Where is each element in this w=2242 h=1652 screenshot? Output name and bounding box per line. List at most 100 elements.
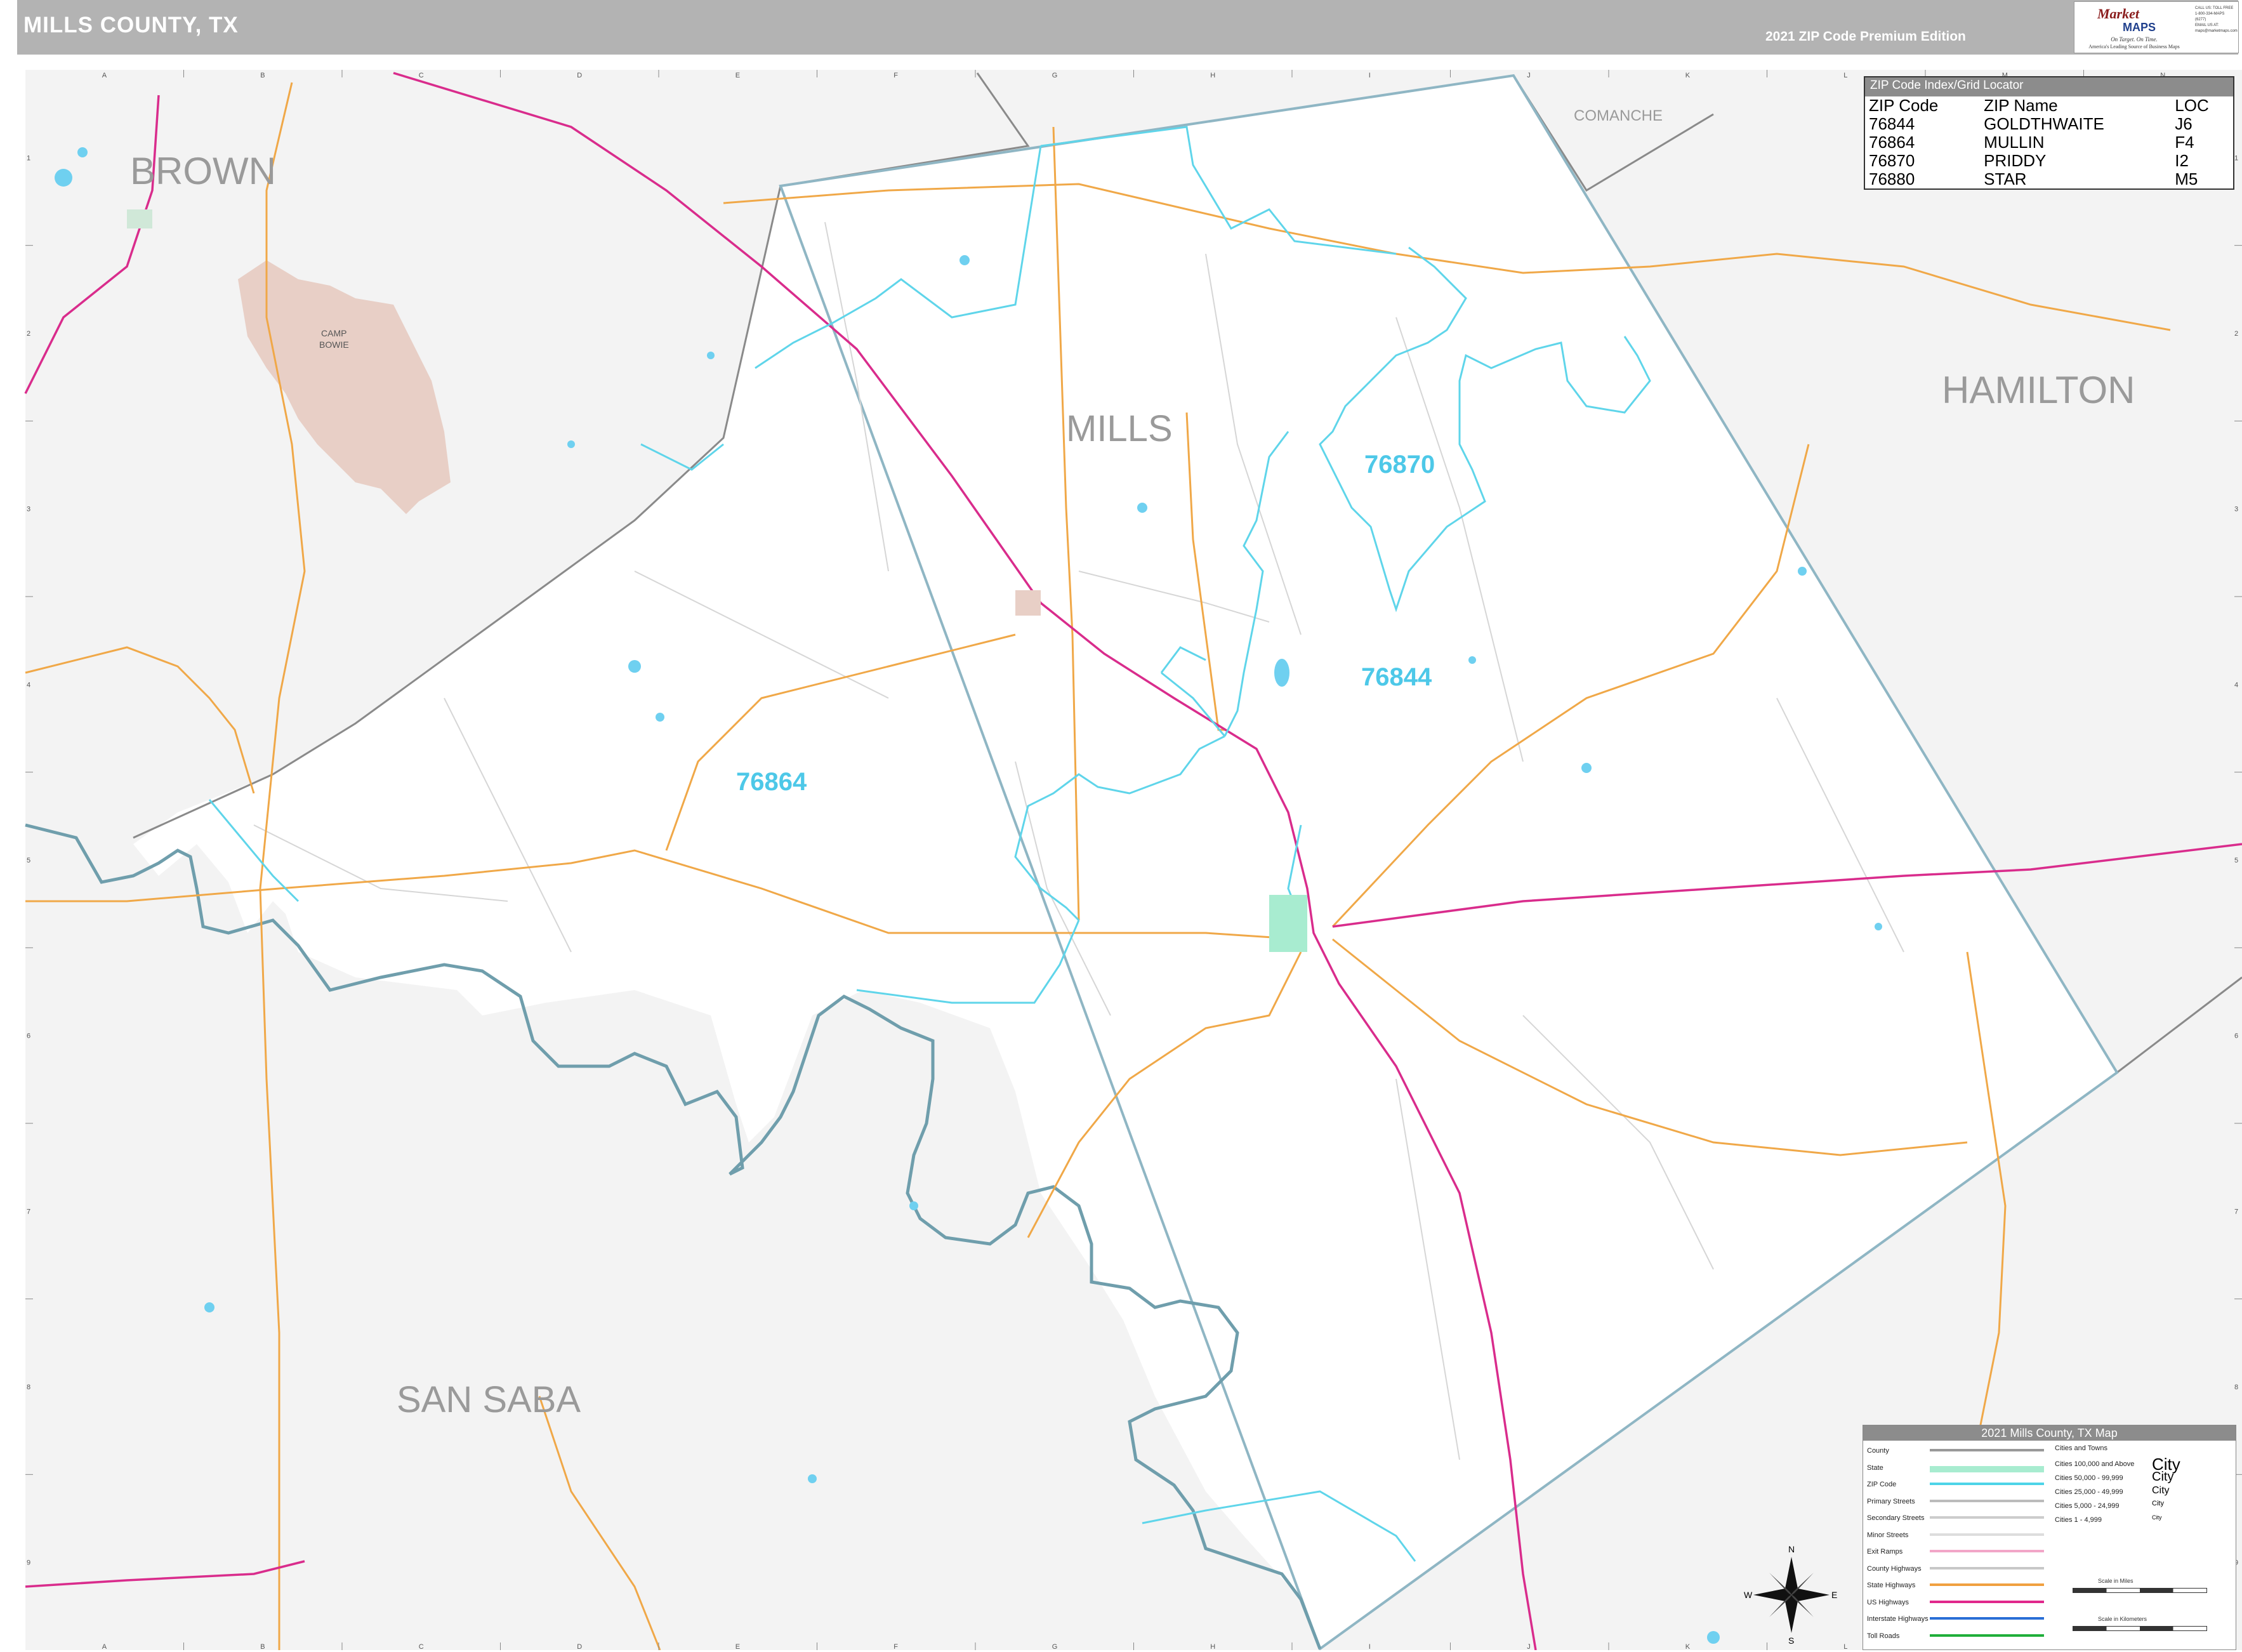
grid-column-label: I	[1369, 72, 1371, 79]
compass-w: W	[1744, 1590, 1753, 1600]
water-body	[808, 1474, 817, 1483]
water-body	[628, 660, 641, 673]
camp-bowie-label-2: BOWIE	[319, 340, 349, 350]
legend-city-class: Cities 25,000 - 49,999	[2055, 1488, 2123, 1496]
water-body	[1137, 503, 1147, 513]
water-body	[77, 147, 88, 157]
legend-item-symbol	[1930, 1617, 2044, 1620]
water-body	[1798, 567, 1807, 576]
grid-column-label: G	[1052, 1643, 1058, 1650]
grid-column-label: D	[577, 72, 582, 79]
zip-loc-cell: I2	[2175, 151, 2189, 170]
grid-column-label: D	[577, 1643, 582, 1650]
goldthwaite-town-area	[1269, 895, 1307, 952]
zip-name-cell: MULLIN	[1984, 133, 2045, 152]
grid-column-label: K	[1685, 1643, 1691, 1650]
grid-column-label: E	[735, 72, 740, 79]
zip-code-cell: 76880	[1869, 169, 1915, 188]
legend-city-sample: City	[2152, 1500, 2164, 1508]
legend-city-class: Cities 5,000 - 24,999	[2055, 1502, 2120, 1510]
legend-city-class: Cities 100,000 and Above	[2055, 1460, 2135, 1468]
grid-column-label: F	[894, 72, 898, 79]
legend-cities-title: Cities and Towns	[2055, 1444, 2107, 1452]
zip-code-cell: 76864	[1869, 133, 1915, 152]
water-body	[909, 1201, 918, 1210]
county-label-san-saba: SAN SABA	[397, 1379, 581, 1420]
county-label-hamilton: HAMILTON	[1942, 369, 2135, 411]
mullin-town-area	[1015, 590, 1041, 616]
zip-index-col-header: ZIP Name	[1984, 96, 2058, 115]
scale-miles-label: Scale in Miles	[2098, 1578, 2133, 1584]
legend-city-sample: City	[2152, 1484, 2170, 1496]
zip-code-cell: 76870	[1869, 151, 1915, 170]
legend-item-symbol	[1930, 1499, 2044, 1502]
legend-item-symbol	[1930, 1516, 2044, 1519]
scale-bar-miles	[2073, 1588, 2207, 1593]
scale-bar-km	[2073, 1626, 2207, 1631]
grid-row-label: 6	[27, 1033, 30, 1040]
grid-row-label: 3	[2234, 506, 2238, 513]
legend-item-symbol	[1930, 1483, 2044, 1485]
grid-row-label: 4	[2234, 681, 2238, 689]
water-body	[707, 352, 715, 359]
legend-city-class: Cities 50,000 - 99,999	[2055, 1474, 2123, 1482]
legend-item-label: County Highways	[1867, 1564, 1922, 1573]
grid-column-label: C	[419, 72, 424, 79]
water-body	[1707, 1631, 1720, 1644]
water-body	[55, 169, 72, 187]
water-body	[1274, 659, 1289, 687]
county-label-mills: MILLS	[1066, 408, 1173, 449]
grid-row-label: 8	[27, 1384, 30, 1391]
legend-item-symbol	[1930, 1566, 2044, 1569]
grid-column-label: E	[735, 1643, 740, 1650]
grid-column-label: A	[102, 1643, 107, 1650]
zip-index-col-header: LOC	[2175, 96, 2209, 115]
grid-row-label: 8	[2234, 1384, 2238, 1391]
zip-loc-cell: J6	[2175, 114, 2193, 133]
legend-item-label: County	[1867, 1447, 1889, 1455]
county-label-comanche: COMANCHE	[1574, 107, 1663, 124]
zip-index-header-row: ZIP Code ZIP Name LOC	[1865, 96, 2233, 115]
grid-row-label: 3	[27, 506, 30, 513]
grid-column-label: L	[1843, 72, 1847, 79]
grid-column-label: B	[260, 1643, 265, 1650]
legend-item-label: Minor Streets	[1867, 1531, 1909, 1539]
grid-row-label: 6	[2234, 1033, 2238, 1040]
grid-row-label: 1	[2234, 154, 2238, 162]
water-body	[656, 713, 664, 722]
grid-row-label: 2	[27, 330, 30, 338]
zip-loc-cell: F4	[2175, 133, 2194, 152]
grid-column-label: L	[1843, 1643, 1847, 1650]
grid-column-label: B	[260, 72, 265, 79]
grid-column-label: J	[1527, 1643, 1531, 1650]
legend-item-label: State Highways	[1867, 1582, 1916, 1589]
legend-item-label: Interstate Highways	[1867, 1615, 1929, 1623]
legend-item-symbol	[1930, 1583, 2044, 1586]
grid-row-label: 5	[2234, 857, 2238, 864]
county-map: BROWN COMANCHE HAMILTON MILLS SAN SABA C…	[24, 70, 2242, 1650]
grid-row-label: 7	[27, 1208, 30, 1215]
legend-item-symbol	[1930, 1550, 2044, 1552]
zip-loc-cell: M5	[2175, 169, 2198, 188]
brown-town-area	[127, 209, 152, 228]
legend-item-symbol	[1930, 1634, 2044, 1637]
zip-index-row: 76864 MULLIN F4	[1865, 133, 2233, 152]
grid-row-label: 1	[27, 154, 30, 162]
zip-code-cell: 76844	[1869, 114, 1915, 133]
grid-column-label: H	[1210, 1643, 1215, 1650]
grid-column-label: A	[102, 72, 107, 79]
grid-row-label: 9	[27, 1559, 30, 1567]
zip-index-col-header: ZIP Code	[1869, 96, 1939, 115]
zip-name-cell: GOLDTHWAITE	[1984, 114, 2104, 133]
legend-city-sample: City	[2152, 1470, 2174, 1484]
grid-column-label: I	[1369, 1643, 1371, 1650]
legend-item-label: Primary Streets	[1867, 1497, 1915, 1505]
water-body	[567, 440, 575, 448]
legend-item-symbol	[1930, 1533, 2044, 1536]
camp-bowie-label-1: CAMP	[321, 328, 346, 338]
grid-column-label: H	[1210, 72, 1215, 79]
water-body	[1875, 923, 1882, 930]
zip-name-cell: STAR	[1984, 169, 2027, 188]
grid-column-label: C	[419, 1643, 424, 1650]
map-legend: 2021 Mills County, TX Map County State ZIP…	[1863, 1425, 2236, 1650]
